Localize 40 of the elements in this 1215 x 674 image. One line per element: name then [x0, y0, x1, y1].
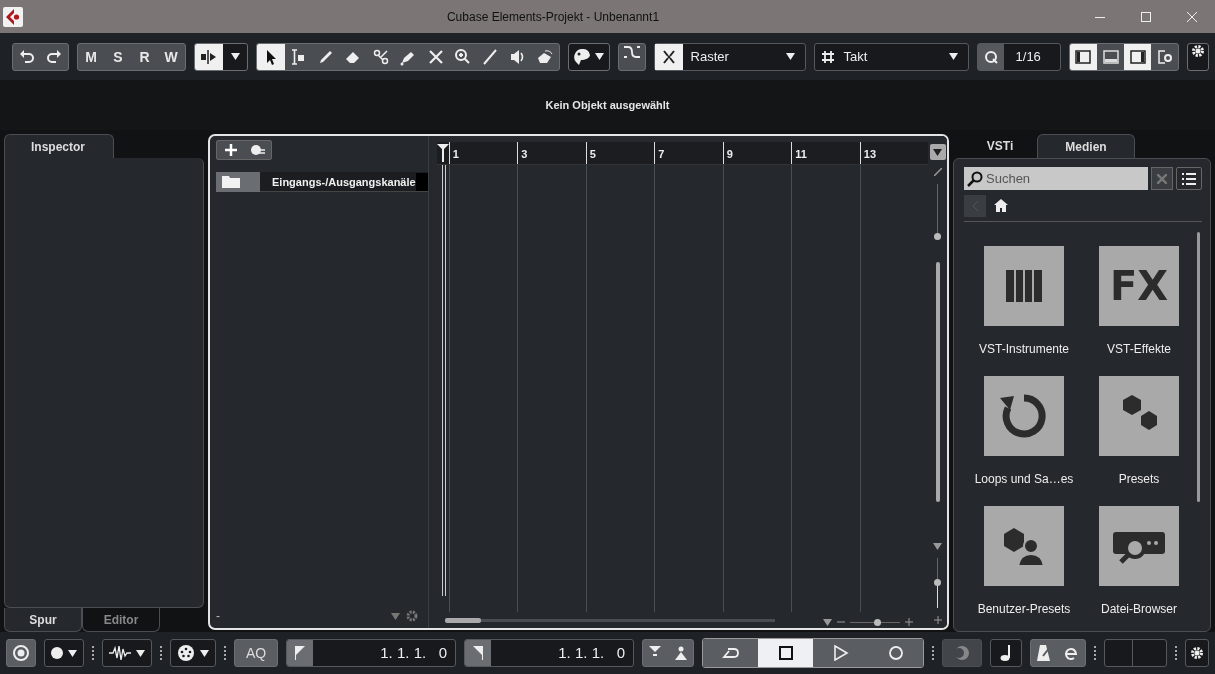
bar-number: 7: [654, 142, 723, 164]
media-tile[interactable]: VST-Instrumente: [964, 246, 1084, 367]
quantize-dropdown[interactable]: 1/16: [976, 42, 1061, 71]
bar-number: 9: [722, 142, 792, 164]
media-tile[interactable]: Benutzer-Presets: [964, 506, 1084, 627]
panel-tab[interactable]: Spur: [4, 608, 82, 632]
bar-number: 5: [585, 142, 655, 164]
track-footer-text: -: [216, 609, 221, 623]
tile-label: Benutzer-Presets: [977, 601, 1071, 617]
tile-label: VST-Instrumente: [978, 341, 1069, 357]
search-field[interactable]: Suchen: [964, 167, 1148, 190]
tile-label: Loops und Sa…es: [974, 471, 1074, 487]
left-locator-field[interactable]: 1. 1. 1. 0: [286, 639, 456, 667]
snap-type-dropdown[interactable]: Raster: [653, 42, 807, 71]
automation-toggle[interactable]: W: [157, 43, 185, 70]
media-tile[interactable]: Datei-Browser: [1084, 506, 1194, 627]
media-tile[interactable]: Loops und Sa…es: [964, 376, 1084, 497]
media-tile[interactable]: Presets: [1084, 376, 1194, 497]
track-row[interactable]: Eingangs-/Ausgangskanäle: [216, 172, 428, 192]
media-tile[interactable]: FX VST-Effekte: [1084, 246, 1194, 367]
window-title: Cubase Elements-Projekt - Unbenannt1: [445, 9, 661, 24]
bar-number: 11: [791, 142, 860, 164]
selection-info: Kein Objekt ausgewählt: [545, 99, 670, 111]
bar-number: 3: [517, 142, 586, 164]
automation-toggle[interactable]: R: [131, 43, 158, 70]
auto-quantize-button[interactable]: AQ: [234, 639, 278, 667]
grid-type-dropdown[interactable]: Takt: [814, 42, 969, 71]
panel-tab[interactable]: Inspector: [4, 134, 114, 158]
right-locator-field[interactable]: 1. 1. 1. 0: [464, 639, 634, 667]
automation-toggle[interactable]: M: [77, 43, 105, 70]
tile-icon: FX: [1099, 246, 1179, 326]
track-name: Eingangs-/Ausgangskanäle: [271, 175, 416, 188]
bar-number: 1: [448, 142, 518, 164]
tile-label: Datei-Browser: [1101, 601, 1177, 617]
tile-label: VST-Effekte: [1107, 341, 1171, 357]
panel-tab[interactable]: Editor: [82, 608, 160, 632]
automation-toggle[interactable]: S: [104, 43, 132, 70]
ruler[interactable]: 1 3 5 7 9 11 13: [436, 142, 929, 164]
tile-label: Presets: [1118, 471, 1160, 487]
panel-tab[interactable]: Medien: [1037, 134, 1135, 158]
